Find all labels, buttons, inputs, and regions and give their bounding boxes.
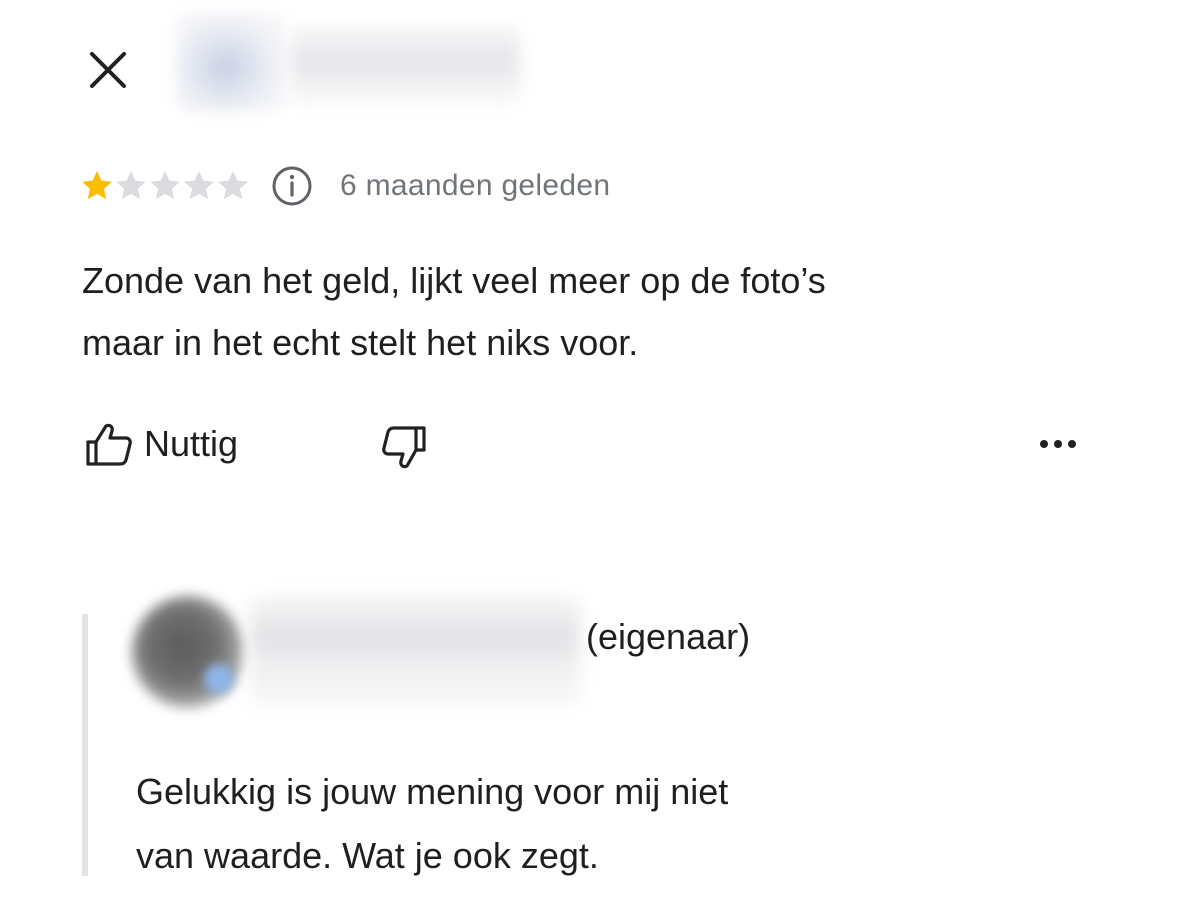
close-icon: [90, 52, 126, 88]
owner-label: (eigenaar): [586, 616, 751, 657]
thumbs-up-icon: [86, 423, 132, 466]
thumbs-down-icon: [382, 426, 426, 469]
helpful-label: Nuttig: [144, 423, 239, 464]
star-filled-icon: [82, 170, 112, 200]
rating-row: 6 maanden geleden: [78, 163, 610, 209]
owner-name-blurred[interactable]: [250, 596, 580, 706]
review-text: Zonde van het geld, lijkt veel meer op d…: [82, 260, 826, 363]
not-helpful-button[interactable]: [380, 420, 432, 472]
helpful-button[interactable]: Nuttig: [84, 416, 238, 472]
close-button[interactable]: [84, 46, 132, 94]
star-empty-icon: [150, 170, 180, 200]
review-date: 6 maanden geleden: [340, 169, 611, 202]
star-rating: [78, 167, 248, 205]
reply-divider: [82, 614, 88, 876]
star-empty-icon: [218, 170, 248, 200]
reviewer-avatar[interactable]: [176, 12, 286, 112]
star-empty-icon: [116, 170, 146, 200]
info-icon[interactable]: [270, 164, 314, 208]
owner-reply-text: Gelukkig is jouw mening voor mij niet va…: [136, 771, 729, 876]
more-options-button[interactable]: [1036, 428, 1080, 460]
more-horizontal-icon: [1040, 440, 1076, 448]
owner-avatar-badge: [204, 664, 234, 694]
star-empty-icon: [184, 170, 214, 200]
reviewer-name-blurred[interactable]: [290, 26, 520, 106]
